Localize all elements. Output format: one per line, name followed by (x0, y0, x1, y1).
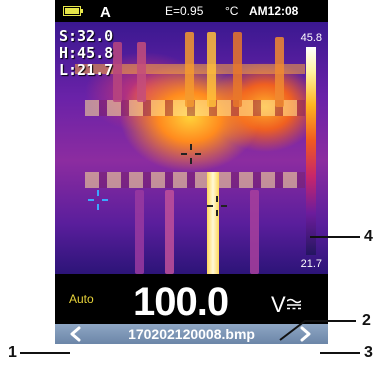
callout-3: 3 (364, 344, 373, 361)
callout-3-line (320, 352, 360, 354)
callout-4: 4 (364, 228, 373, 245)
callout-2-line (279, 320, 356, 341)
callout-4-line (310, 236, 360, 238)
